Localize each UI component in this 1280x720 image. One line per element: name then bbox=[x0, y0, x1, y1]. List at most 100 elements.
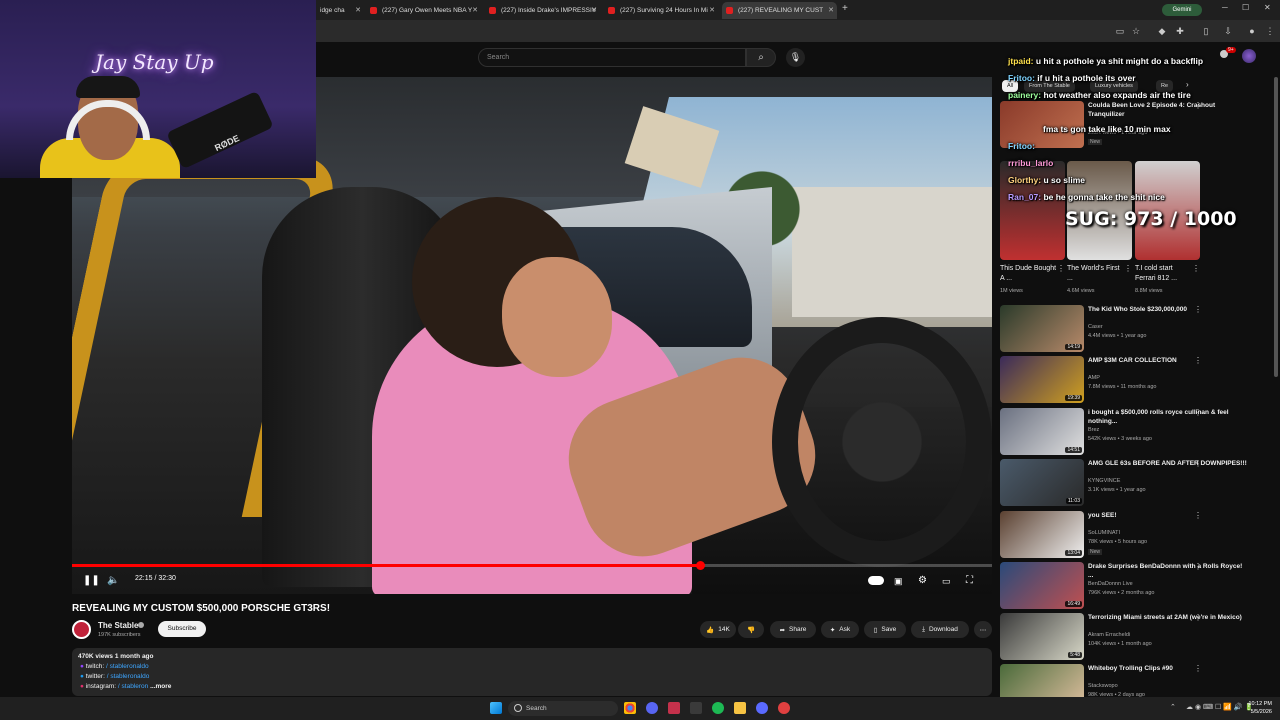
more-options-icon[interactable]: ⋮ bbox=[1192, 264, 1200, 273]
twitter-link[interactable]: / stableronaldo bbox=[107, 673, 150, 680]
download-icon[interactable]: ⇩ bbox=[1222, 25, 1234, 37]
more-options-icon[interactable]: ⋮ bbox=[1124, 264, 1132, 273]
taskbar-clock[interactable]: 10:12 PM 5/5/2026 bbox=[1240, 700, 1272, 716]
app-red-icon[interactable] bbox=[778, 702, 790, 714]
puzzle-icon[interactable]: ✚ bbox=[1174, 25, 1186, 37]
recommendation-title[interactable]: you SEE! bbox=[1088, 511, 1248, 520]
recommendation-title[interactable]: AMG GLE 63s BEFORE AND AFTER DOWNPIPES!!… bbox=[1088, 459, 1248, 468]
subtitles-icon[interactable]: ▣ bbox=[894, 574, 903, 588]
recommendation-thumbnail[interactable]: 14:51 bbox=[1000, 408, 1084, 455]
recommendation-title[interactable]: Terrorizing Miami streets at 2AM (we're … bbox=[1088, 613, 1248, 622]
recommendation-thumbnail[interactable]: 11:03 bbox=[1000, 459, 1084, 506]
maximize-icon[interactable]: ☐ bbox=[1242, 3, 1249, 12]
short-title[interactable]: This Dude Bought A ... bbox=[1000, 264, 1060, 284]
save-button[interactable]: ▯ Save bbox=[864, 621, 906, 638]
autoplay-toggle[interactable] bbox=[868, 576, 884, 585]
miniplayer-icon[interactable]: ▭ bbox=[942, 574, 951, 588]
recommendation-channel[interactable]: KYNGVINCE bbox=[1088, 478, 1120, 484]
twitch-link[interactable]: / stableronaldo bbox=[106, 663, 149, 670]
more-options-icon[interactable]: ⋮ bbox=[1194, 511, 1202, 520]
recommendation-item[interactable]: 19:39 AMP $3M CAR COLLECTION AMP 7.8M vi… bbox=[1000, 356, 1270, 404]
subscribe-button[interactable]: Subscribe bbox=[158, 621, 206, 637]
dislike-button[interactable]: 👎 bbox=[738, 621, 764, 638]
recommendation-thumbnail[interactable]: 19:39 bbox=[1000, 356, 1084, 403]
short-title[interactable]: The World's First ... bbox=[1067, 264, 1127, 284]
browser-tab[interactable]: (227) Gary Owen Meets NBA Y ✕ bbox=[366, 2, 481, 19]
more-options-icon[interactable]: ⋮ bbox=[1194, 613, 1202, 622]
instagram-link[interactable]: / stableron bbox=[118, 683, 148, 690]
browser-tab[interactable]: (227) Inside Drake's IMPRESSIV ✕ bbox=[485, 2, 600, 19]
extension-icon[interactable]: ◆ bbox=[1156, 25, 1168, 37]
app-a-icon[interactable] bbox=[668, 702, 680, 714]
recommendation-channel[interactable]: Brez bbox=[1088, 427, 1099, 433]
sidebar-icon[interactable]: ▯ bbox=[1200, 25, 1212, 37]
more-options-icon[interactable]: ⋮ bbox=[1194, 562, 1202, 571]
recommendation-item[interactable]: 11:03 AMG GLE 63s BEFORE AND AFTER DOWNP… bbox=[1000, 459, 1270, 507]
more-options-icon[interactable]: ⋮ bbox=[1194, 664, 1202, 673]
recommendation-channel[interactable]: SoLUMINATI bbox=[1088, 530, 1120, 536]
show-more-link[interactable]: ...more bbox=[150, 683, 171, 690]
sidebar-scrollbar[interactable] bbox=[1274, 77, 1278, 377]
cast-icon[interactable]: ▭ bbox=[1114, 25, 1126, 37]
share-button[interactable]: ➦ Share bbox=[770, 621, 816, 638]
system-tray-chevron-icon[interactable]: ⌃ bbox=[1170, 703, 1176, 711]
recommendation-title[interactable]: The Kid Who Stole $230,000,000 bbox=[1088, 305, 1248, 314]
voice-search-button[interactable]: 🎙 bbox=[786, 48, 805, 67]
more-actions-button[interactable]: ⋯ bbox=[974, 621, 992, 638]
close-tab-icon[interactable]: ✕ bbox=[828, 6, 834, 14]
more-options-icon[interactable]: ⋮ bbox=[1194, 101, 1202, 110]
app-icon[interactable] bbox=[756, 702, 768, 714]
recommendation-channel[interactable]: Caser bbox=[1088, 324, 1103, 330]
terminal-icon[interactable] bbox=[690, 702, 702, 714]
recommendation-title[interactable]: AMP $3M CAR COLLECTION bbox=[1088, 356, 1248, 365]
recommendation-title[interactable]: Drake Surprises BenDaDonnn with a Rolls … bbox=[1088, 562, 1248, 580]
search-input[interactable]: Search bbox=[478, 48, 746, 67]
profile-icon[interactable]: ● bbox=[1246, 25, 1258, 37]
recommendation-thumbnail[interactable]: 13:04 bbox=[1000, 511, 1084, 558]
recommendation-channel[interactable]: Stackswopo bbox=[1088, 683, 1118, 689]
bookmark-star-icon[interactable]: ☆ bbox=[1130, 25, 1142, 37]
account-avatar[interactable] bbox=[1242, 49, 1256, 63]
close-tab-icon[interactable]: ✕ bbox=[709, 6, 715, 14]
recommendation-title[interactable]: i bought a $500,000 rolls royce cullinan… bbox=[1088, 408, 1248, 426]
browser-tab-active[interactable]: (227) REVEALING MY CUST ✕ bbox=[722, 2, 837, 19]
browser-tab[interactable]: idge cha ✕ bbox=[316, 2, 364, 19]
recommendation-item[interactable]: 13:04 you SEE! SoLUMINATI 78K views • 5 … bbox=[1000, 511, 1270, 559]
taskbar-search[interactable]: Search bbox=[508, 701, 618, 716]
recommendation-thumbnail[interactable]: 16:49 bbox=[1000, 562, 1084, 609]
download-button[interactable]: ⤓ Download bbox=[911, 621, 969, 638]
recommendation-channel[interactable]: AMP bbox=[1088, 375, 1100, 381]
menu-dots-icon[interactable]: ⋮ bbox=[1264, 25, 1276, 37]
fullscreen-icon[interactable]: ⛶ bbox=[966, 574, 973, 588]
chrome-icon[interactable] bbox=[624, 702, 636, 714]
gemini-button[interactable]: Gemini bbox=[1162, 4, 1202, 16]
short-title[interactable]: T.I cold start Ferrari 812 ... bbox=[1135, 264, 1195, 284]
recommendation-item[interactable]: 14:19 The Kid Who Stole $230,000,000 Cas… bbox=[1000, 305, 1270, 353]
more-options-icon[interactable]: ⋮ bbox=[1057, 264, 1065, 273]
recommendation-item[interactable]: 14:51 i bought a $500,000 rolls royce cu… bbox=[1000, 408, 1270, 456]
channel-avatar[interactable] bbox=[72, 620, 91, 639]
recommendation-thumbnail[interactable]: 14:19 bbox=[1000, 305, 1084, 352]
recommendation-title[interactable]: Coulda Been Love 2 Episode 4: Crashout T… bbox=[1088, 101, 1248, 119]
recommendation-title[interactable]: Whiteboy Trolling Clips #90 bbox=[1088, 664, 1248, 673]
discord-icon[interactable] bbox=[646, 702, 658, 714]
more-options-icon[interactable]: ⋮ bbox=[1194, 408, 1202, 417]
pause-icon[interactable]: ❚❚ bbox=[83, 574, 100, 588]
file-explorer-icon[interactable] bbox=[734, 702, 746, 714]
close-tab-icon[interactable]: ✕ bbox=[472, 6, 478, 14]
close-tab-icon[interactable]: ✕ bbox=[591, 6, 597, 14]
close-window-icon[interactable]: ✕ bbox=[1264, 3, 1271, 12]
chevron-right-icon[interactable]: › bbox=[1186, 80, 1189, 89]
windows-start-icon[interactable] bbox=[490, 702, 502, 714]
recommendation-thumbnail[interactable]: 5:48 bbox=[1000, 613, 1084, 660]
description-box[interactable] bbox=[72, 648, 992, 696]
spotify-icon[interactable] bbox=[712, 702, 724, 714]
minimize-icon[interactable]: ─ bbox=[1222, 3, 1228, 12]
recommendation-item[interactable]: 16:49 Drake Surprises BenDaDonnn with a … bbox=[1000, 562, 1270, 610]
more-options-icon[interactable]: ⋮ bbox=[1194, 305, 1202, 314]
settings-gear-icon[interactable]: ⚙ bbox=[918, 574, 927, 588]
recommendation-channel[interactable]: BenDaDonnn Live bbox=[1088, 581, 1133, 587]
more-options-icon[interactable]: ⋮ bbox=[1194, 356, 1202, 365]
recommendation-item[interactable]: 5:48 Terrorizing Miami streets at 2AM (w… bbox=[1000, 613, 1270, 661]
browser-tab[interactable]: (227) Surviving 24 Hours In Mi ✕ bbox=[604, 2, 718, 19]
